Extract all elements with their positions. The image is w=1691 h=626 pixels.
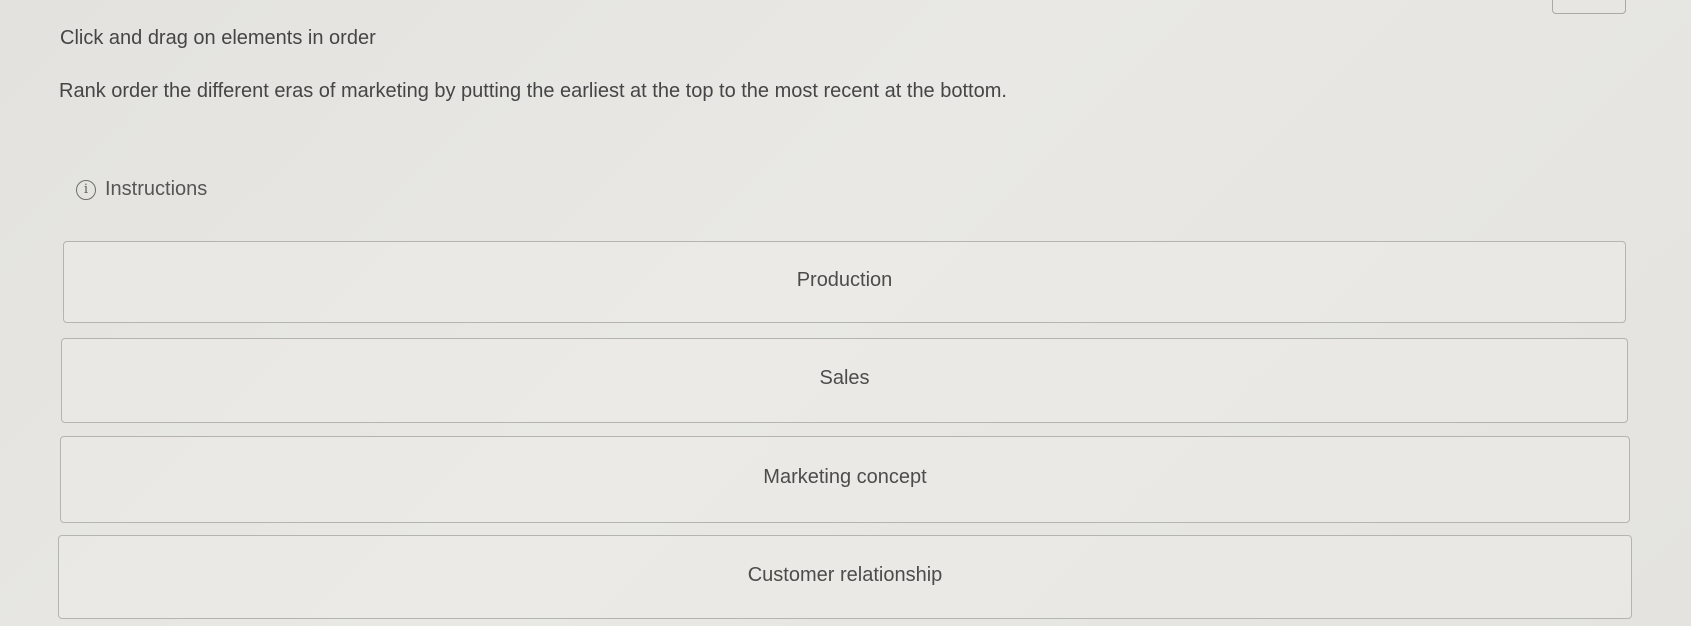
top-corner-button[interactable]: [1552, 0, 1626, 14]
rank-item-label: Production: [796, 268, 893, 291]
rank-item-marketing-concept[interactable]: Marketing concept: [60, 436, 1630, 523]
instructions-toggle[interactable]: i Instructions: [76, 178, 207, 201]
rank-item-label: Marketing concept: [763, 466, 927, 488]
question-text: Rank order the different eras of marketi…: [59, 80, 1007, 102]
instructions-label: Instructions: [105, 178, 208, 200]
rank-item-production[interactable]: Production: [63, 241, 1626, 323]
rank-item-sales[interactable]: Sales: [61, 338, 1628, 423]
info-icon: i: [76, 179, 96, 200]
prompt-title: Click and drag on elements in order: [60, 27, 376, 49]
rank-item-customer-relationship[interactable]: Customer relationship: [58, 535, 1632, 619]
question-page: Click and drag on elements in order Rank…: [0, 0, 1691, 626]
rank-item-label: Customer relationship: [747, 563, 943, 586]
rank-item-label: Sales: [819, 367, 870, 389]
